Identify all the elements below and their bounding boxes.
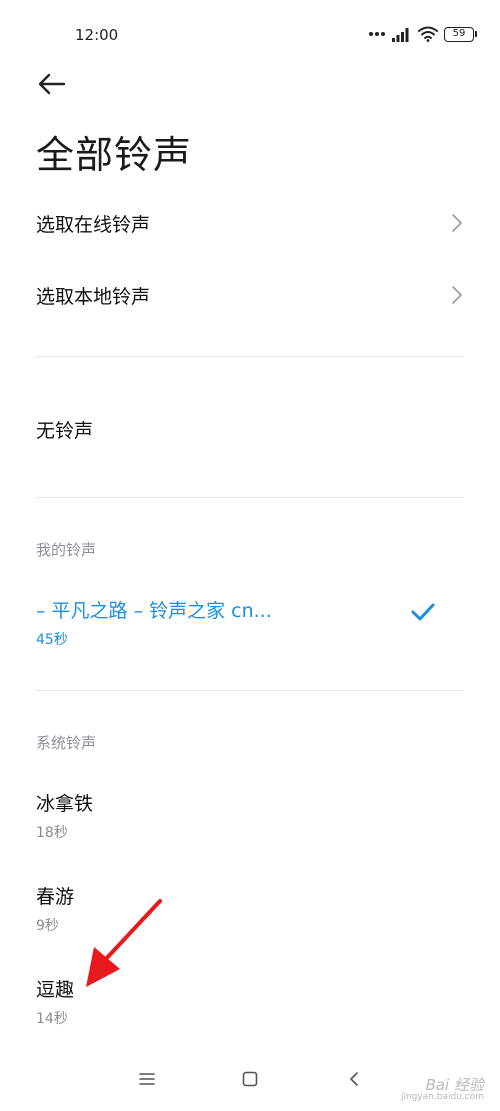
back-button[interactable] xyxy=(34,66,70,102)
select-online-ringtone-label: 选取在线铃声 xyxy=(36,213,151,236)
ringtone-duration: 45秒 xyxy=(36,632,68,648)
watermark-sub: jingyan.baidu.com xyxy=(400,1092,484,1103)
watermark-text: Bai 经验 xyxy=(425,1075,484,1094)
select-online-ringtone[interactable]: 选取在线铃声 xyxy=(36,208,464,238)
home-button[interactable] xyxy=(236,1065,264,1093)
annotation-arrow-icon xyxy=(86,899,162,987)
menu-button[interactable] xyxy=(133,1065,161,1093)
ringtone-item[interactable]: 冰拿铁 18秒 xyxy=(36,789,464,842)
back-icon xyxy=(350,1072,358,1086)
ringtone-name: 冰拿铁 xyxy=(36,793,94,815)
system-ringtones-header: 系统铃声 xyxy=(36,734,97,752)
ringtone-name: – 平凡之路 – 铃声之家 cn... xyxy=(36,600,272,622)
no-ringtone-option[interactable]: 无铃声 xyxy=(36,414,464,444)
arrow-left-icon xyxy=(38,73,66,95)
select-local-ringtone-label: 选取本地铃声 xyxy=(36,285,151,308)
menu-icon xyxy=(139,1073,155,1085)
no-ringtone-label: 无铃声 xyxy=(36,419,94,442)
status-icons: 59 xyxy=(368,24,477,44)
chevron-right-icon xyxy=(452,286,462,304)
chevron-right-icon xyxy=(452,214,462,232)
signal-icon xyxy=(392,28,409,42)
more-dots-icon xyxy=(369,32,385,36)
ringtone-duration: 14秒 xyxy=(36,1011,68,1027)
divider xyxy=(36,356,464,357)
page-title: 全部铃声 xyxy=(36,133,193,177)
divider xyxy=(36,690,464,691)
ringtone-duration: 18秒 xyxy=(36,825,68,841)
status-bar: 12:00 59 xyxy=(0,0,500,70)
home-icon xyxy=(242,1071,258,1087)
my-ringtones-header: 我的铃声 xyxy=(36,541,97,559)
wifi-icon xyxy=(418,26,438,42)
battery-level: 59 xyxy=(452,27,466,39)
select-local-ringtone[interactable]: 选取本地铃声 xyxy=(36,280,464,310)
ringtone-item-selected[interactable]: – 平凡之路 – 铃声之家 cn... 45秒 xyxy=(36,596,464,648)
check-icon xyxy=(411,603,435,621)
watermark: Bai 经验 jingyan.baidu.com xyxy=(400,1075,484,1103)
status-time: 12:00 xyxy=(75,26,119,44)
divider xyxy=(36,497,464,498)
battery-icon: 59 xyxy=(444,26,477,42)
nav-back-button[interactable] xyxy=(340,1065,368,1093)
